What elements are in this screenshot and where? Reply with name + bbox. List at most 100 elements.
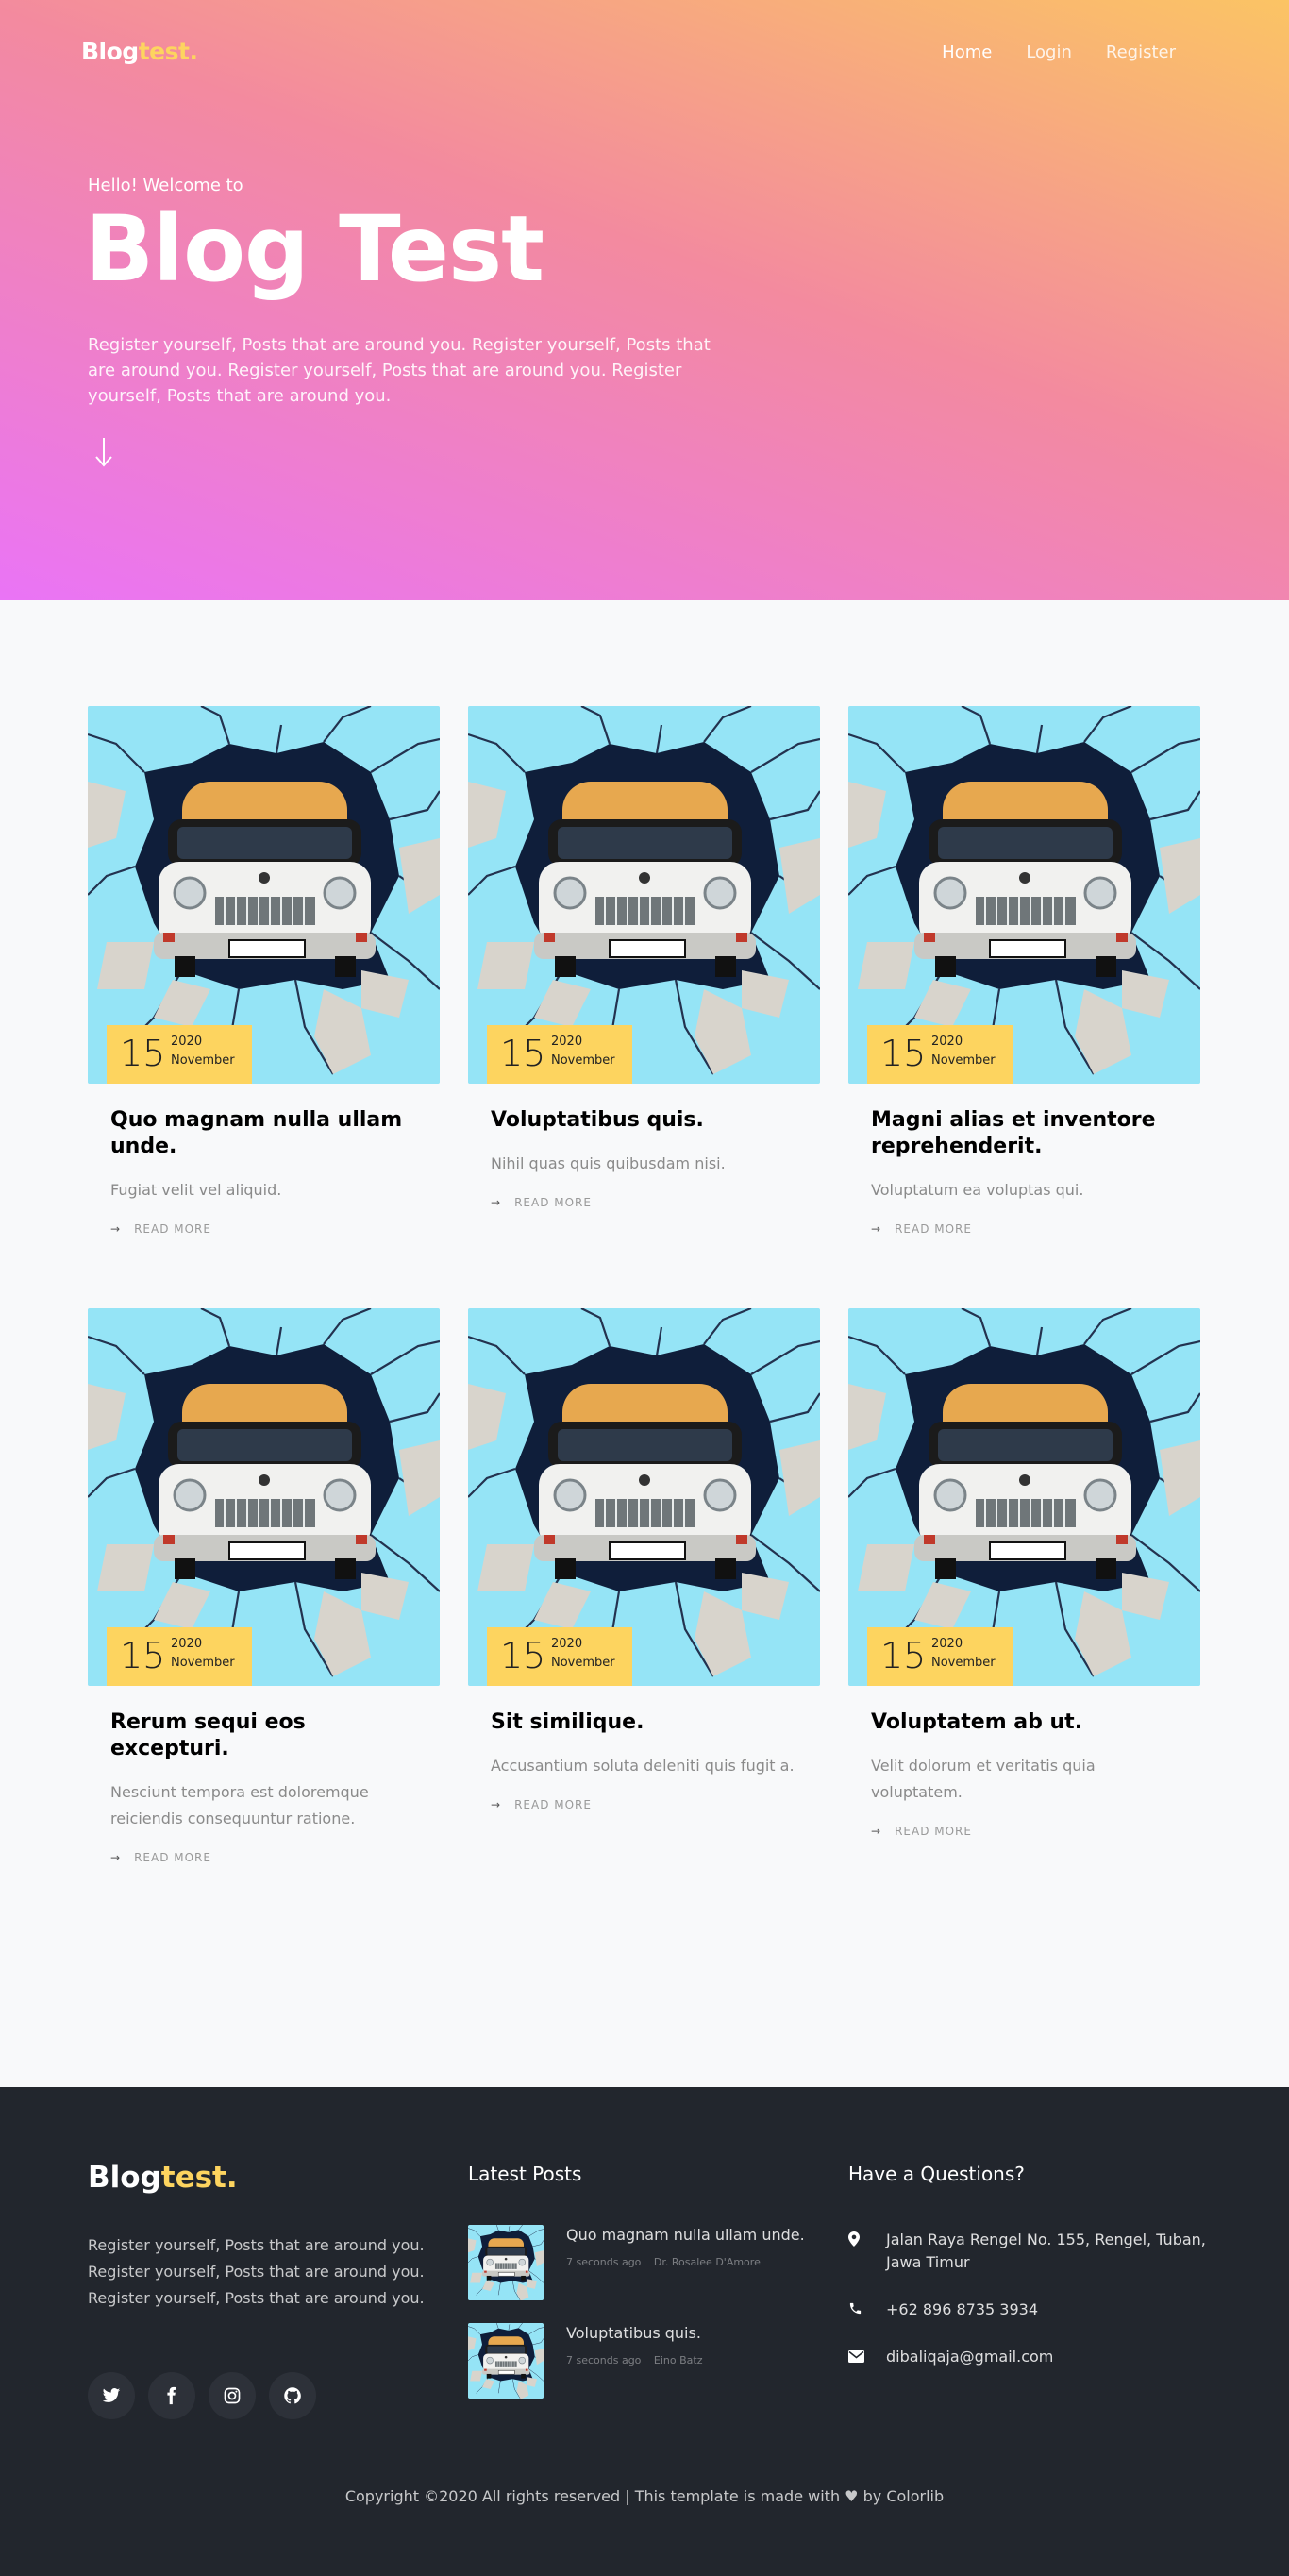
copyright: Copyright ©2020 All rights reserved | Th… xyxy=(0,2487,1289,2505)
latest-post-author[interactable]: Eino Batz xyxy=(654,2354,703,2366)
latest-post-title[interactable]: Quo magnam nulla ullam unde. xyxy=(566,2225,805,2246)
date-year: 2020 xyxy=(551,1637,583,1651)
post-thumbnail[interactable]: 15 2020 November xyxy=(468,1308,820,1686)
post-card: 15 2020 November Voluptatem ab ut. Velit… xyxy=(848,1308,1200,1911)
read-more-link[interactable]: → READ MORE xyxy=(110,1851,417,1864)
post-excerpt: Fugiat velit vel aliquid. xyxy=(110,1181,282,1199)
date-year: 2020 xyxy=(551,1035,583,1049)
post-thumbnail[interactable]: 15 2020 November xyxy=(848,1308,1200,1686)
logo-text-accent: test xyxy=(138,38,190,65)
post-card: 15 2020 November Voluptatibus quis. Nihi… xyxy=(468,706,820,1308)
posts-grid: 15 2020 November Quo magnam nulla ullam … xyxy=(88,706,1200,1911)
site-logo[interactable]: Blogtest. xyxy=(81,38,198,65)
nav-item-login[interactable]: Login xyxy=(1026,42,1072,62)
read-more-link[interactable]: → READ MORE xyxy=(871,1825,1178,1838)
heart-icon: ♥ xyxy=(845,2487,859,2505)
contact-info: Jalan Raya Rengel No. 155, Rengel, Tuban… xyxy=(848,2229,1207,2393)
copyright-text: Copyright ©2020 All rights reserved | Th… xyxy=(344,2487,841,2505)
date-year: 2020 xyxy=(931,1637,963,1651)
github-icon[interactable] xyxy=(269,2372,316,2419)
post-card: 15 2020 November Magni alias et inventor… xyxy=(848,706,1200,1308)
date-month: November xyxy=(171,1656,235,1670)
date-badge: 15 2020 November xyxy=(107,1025,252,1084)
read-more-label: READ MORE xyxy=(895,1825,972,1838)
facebook-icon[interactable] xyxy=(148,2372,195,2419)
phone-icon xyxy=(848,2298,886,2319)
post-excerpt: Nesciunt tempora est doloremque reiciend… xyxy=(110,1783,369,1827)
date-month: November xyxy=(931,1656,996,1670)
hero-subtitle: Hello! Welcome to xyxy=(88,176,243,195)
latest-post-author[interactable]: Dr. Rosalee D'Amore xyxy=(654,2256,761,2268)
arrow-right-icon: → xyxy=(871,1825,882,1838)
date-badge: 15 2020 November xyxy=(487,1627,632,1686)
read-more-link[interactable]: → READ MORE xyxy=(871,1222,1178,1236)
arrow-down-icon[interactable] xyxy=(91,434,117,472)
address-text: Jalan Raya Rengel No. 155, Rengel, Tuban… xyxy=(886,2231,1206,2271)
logo-text-main: Blog xyxy=(81,38,139,65)
colorlib-link[interactable]: Colorlib xyxy=(886,2487,944,2505)
date-day: 15 xyxy=(500,1635,546,1676)
post-title[interactable]: Quo magnam nulla ullam unde. xyxy=(110,1107,417,1160)
post-excerpt: Velit dolorum et veritatis quia voluptat… xyxy=(871,1757,1096,1801)
post-title[interactable]: Rerum sequi eos excepturi. xyxy=(110,1709,417,1762)
latest-posts-heading: Latest Posts xyxy=(468,2163,582,2185)
latest-post-thumbnail[interactable] xyxy=(468,2323,544,2399)
date-month: November xyxy=(171,1053,235,1068)
date-day: 15 xyxy=(120,1033,166,1074)
read-more-label: READ MORE xyxy=(514,1196,592,1209)
latest-post-text: Quo magnam nulla ullam unde. 7 seconds a… xyxy=(566,2225,805,2323)
latest-post-time: 7 seconds ago xyxy=(566,2256,642,2268)
logo-dot: . xyxy=(189,38,198,65)
arrow-right-icon: → xyxy=(871,1222,882,1236)
instagram-icon[interactable] xyxy=(209,2372,256,2419)
footer-logo-dot: . xyxy=(226,2161,238,2195)
latest-post-time: 7 seconds ago xyxy=(566,2354,642,2366)
post-thumbnail[interactable]: 15 2020 November xyxy=(848,706,1200,1084)
arrow-right-icon: → xyxy=(110,1851,122,1864)
date-month: November xyxy=(551,1053,615,1068)
post-card: 15 2020 November Rerum sequi eos exceptu… xyxy=(88,1308,440,1911)
footer-about-text: Register yourself, Posts that are around… xyxy=(88,2236,425,2307)
arrow-right-icon: → xyxy=(491,1196,502,1209)
contact-address: Jalan Raya Rengel No. 155, Rengel, Tuban… xyxy=(848,2229,1207,2274)
post-thumbnail[interactable]: 15 2020 November xyxy=(468,706,820,1084)
arrow-right-icon: → xyxy=(110,1222,122,1236)
date-year: 2020 xyxy=(931,1035,963,1049)
email-text[interactable]: dibaliqaja@gmail.com xyxy=(886,2346,1053,2368)
contact-email: dibaliqaja@gmail.com xyxy=(848,2346,1207,2368)
latest-post-item[interactable]: Quo magnam nulla ullam unde. 7 seconds a… xyxy=(468,2225,827,2323)
nav-item-register[interactable]: Register xyxy=(1106,42,1176,62)
date-badge: 15 2020 November xyxy=(487,1025,632,1084)
contact-phone: +62 896 8735 3934 xyxy=(848,2298,1207,2321)
read-more-link[interactable]: → READ MORE xyxy=(110,1222,417,1236)
hero-section: Blogtest. Home Login Register Hello! Wel… xyxy=(0,0,1289,600)
post-title[interactable]: Voluptatem ab ut. xyxy=(871,1709,1178,1736)
post-excerpt: Accusantium soluta deleniti quis fugit a… xyxy=(491,1757,795,1775)
posts-section: 15 2020 November Quo magnam nulla ullam … xyxy=(0,600,1289,2087)
latest-post-item[interactable]: Voluptatibus quis. 7 seconds ago Eino Ba… xyxy=(468,2323,827,2421)
hero-description: Register yourself, Posts that are around… xyxy=(88,335,711,406)
map-marker-icon xyxy=(848,2229,886,2250)
date-day: 15 xyxy=(880,1033,927,1074)
post-thumbnail[interactable]: 15 2020 November xyxy=(88,1308,440,1686)
footer-logo-main: Blog xyxy=(88,2161,161,2195)
footer: Blogtest. Register yourself, Posts that … xyxy=(0,2087,1289,2576)
post-thumbnail[interactable]: 15 2020 November xyxy=(88,706,440,1084)
post-title[interactable]: Sit similique. xyxy=(491,1709,797,1736)
date-badge: 15 2020 November xyxy=(867,1025,1013,1084)
latest-post-title[interactable]: Voluptatibus quis. xyxy=(566,2323,712,2344)
latest-post-thumbnail[interactable] xyxy=(468,2225,544,2300)
post-title[interactable]: Voluptatibus quis. xyxy=(491,1107,797,1134)
latest-post-meta: 7 seconds ago Eino Batz xyxy=(566,2354,712,2366)
nav-links: Home Login Register xyxy=(908,42,1176,62)
post-title[interactable]: Magni alias et inventore reprehenderit. xyxy=(871,1107,1178,1160)
nav-item-home[interactable]: Home xyxy=(942,42,992,62)
read-more-link[interactable]: → READ MORE xyxy=(491,1196,797,1209)
phone-text[interactable]: +62 896 8735 3934 xyxy=(886,2298,1038,2321)
read-more-link[interactable]: → READ MORE xyxy=(491,1798,797,1811)
footer-logo-accent: test xyxy=(160,2161,226,2195)
twitter-icon[interactable] xyxy=(88,2372,135,2419)
footer-logo[interactable]: Blogtest. xyxy=(88,2161,238,2195)
social-links xyxy=(88,2372,329,2419)
latest-posts-list: Quo magnam nulla ullam unde. 7 seconds a… xyxy=(468,2225,827,2421)
